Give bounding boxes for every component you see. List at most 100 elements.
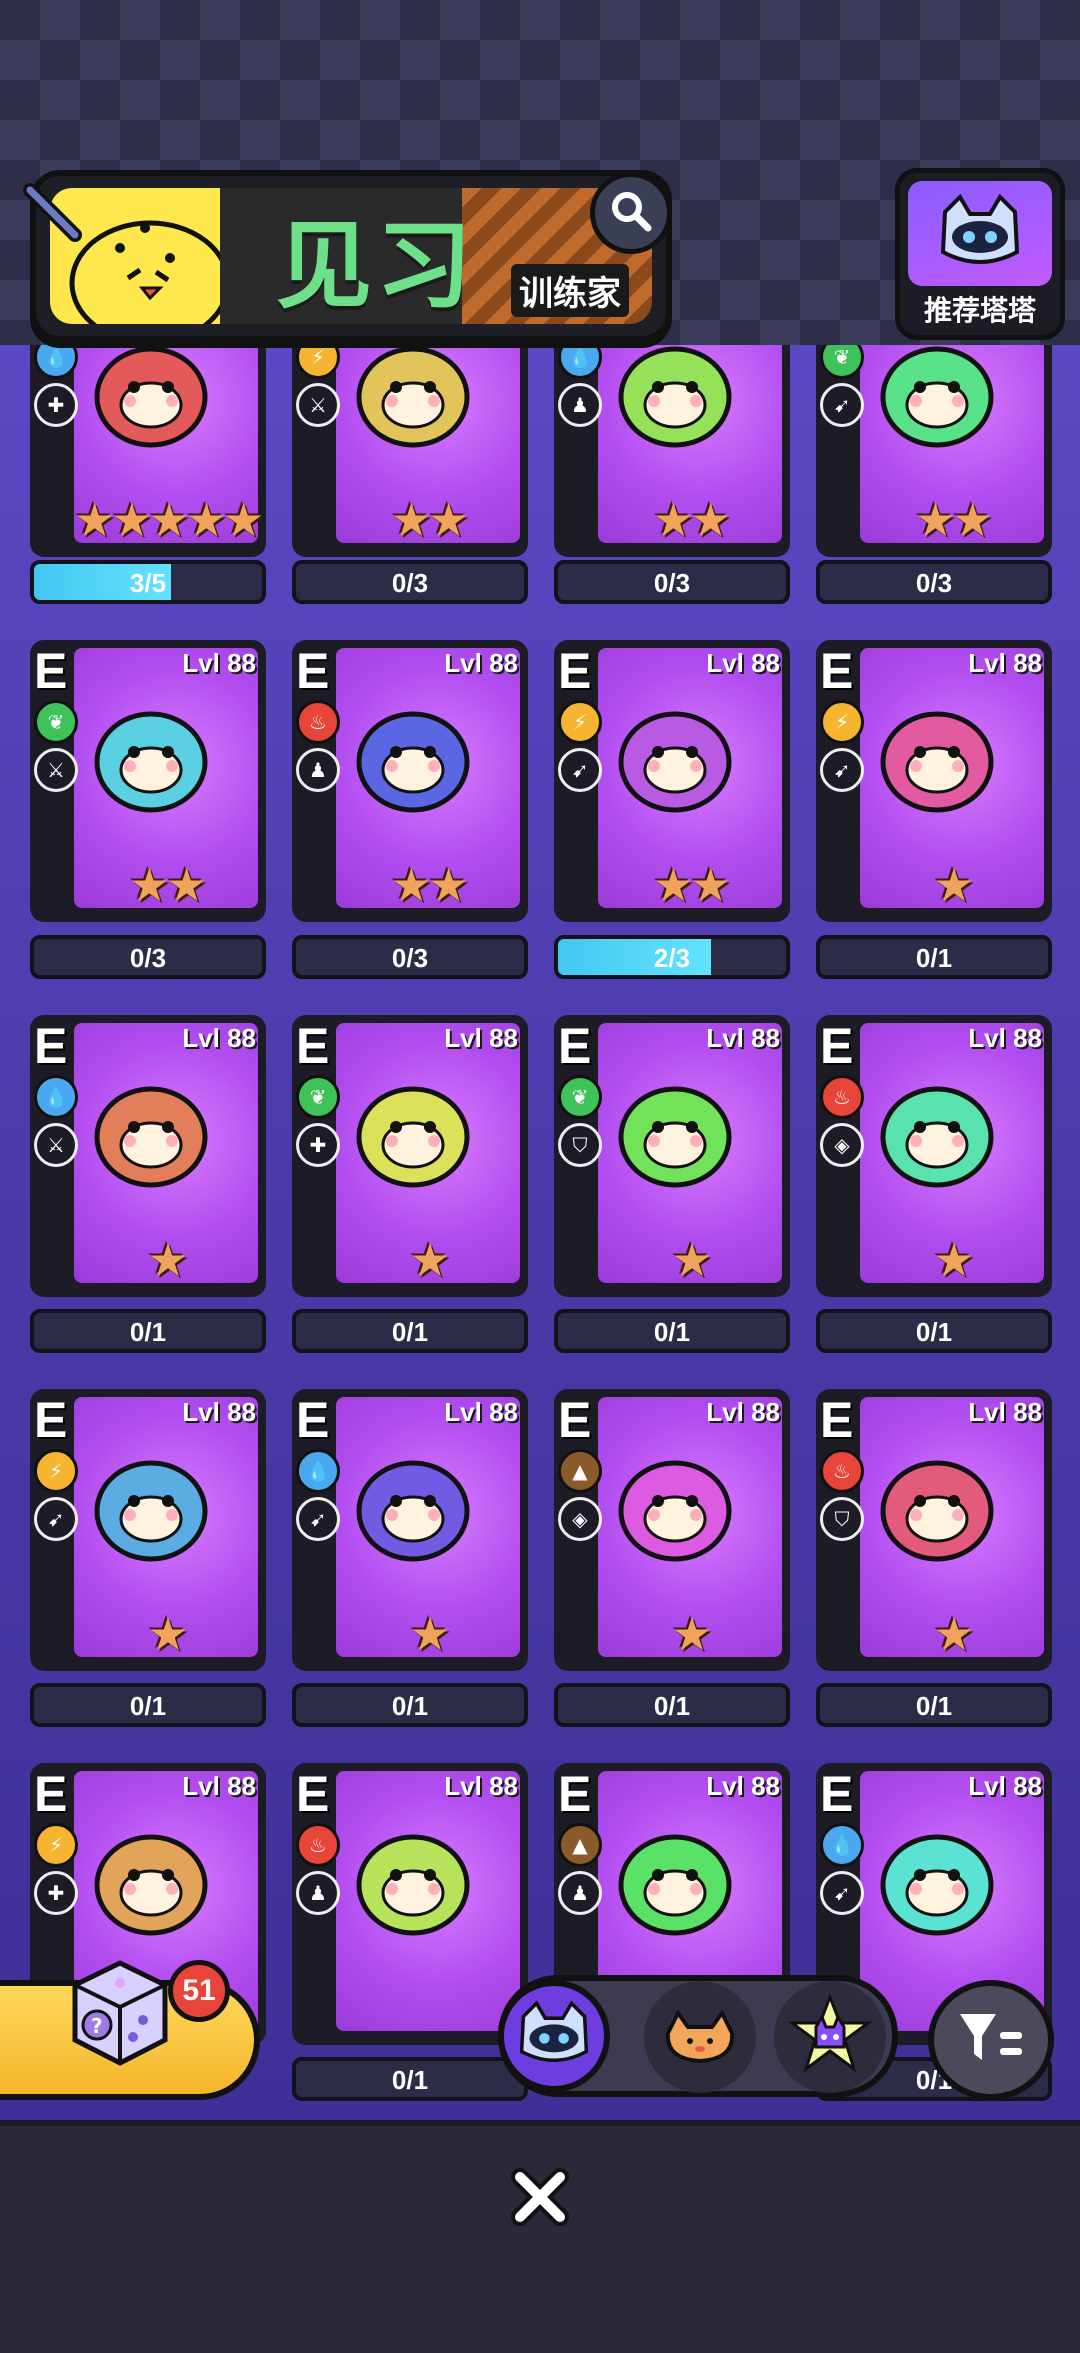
creature-card[interactable]: E Lvl 88 ❦ ✚ ★ — [292, 1015, 528, 1297]
rank-letter: E — [558, 643, 592, 699]
coin-beetle-creature-icon — [86, 1813, 216, 1943]
rank-letter: E — [296, 1018, 330, 1074]
water-element-icon: 💧 — [34, 345, 78, 379]
progress-text: 0/3 — [129, 943, 167, 973]
grass-element-icon: ❦ — [34, 700, 78, 744]
star-rating: ★ — [409, 1233, 450, 1287]
penguin-creature-icon — [872, 1439, 1002, 1569]
star-rating: ★ — [147, 1607, 188, 1661]
star-rating: ★★ — [652, 493, 731, 547]
progress-text: 0/1 — [653, 1317, 691, 1347]
rank-letter: E — [34, 643, 68, 699]
creature-card[interactable]: E Lvl 88 ▲ ◈ ★ — [554, 1389, 790, 1671]
rank-title: 见习 — [276, 213, 476, 320]
shard-progress-bar: 0/3 — [816, 560, 1052, 604]
creature-card[interactable]: E Lvl 88 ♨ ◈ ★ — [816, 1015, 1052, 1297]
rank-letter: E — [820, 643, 854, 699]
sunflower-creature-icon — [348, 1065, 478, 1195]
rank-letter: E — [820, 1392, 854, 1448]
filter-button[interactable] — [928, 1980, 1054, 2100]
level-label: Lvl 88 — [706, 1771, 780, 1801]
cloud-sheep-creature-icon — [86, 1439, 216, 1569]
creature-card[interactable]: E Lvl 88 💧 ➹ ★ — [292, 1389, 528, 1671]
rank-letter: E — [558, 1766, 592, 1822]
creature-card[interactable]: E Lvl 88 ⚡ ➹ ★ — [816, 640, 1052, 922]
water-element-icon: 💧 — [820, 1823, 864, 1867]
shard-progress-bar: 0/1 — [292, 1309, 528, 1353]
recommend-label: 推荐塔塔 — [923, 294, 1036, 327]
rank-letter: E — [296, 1392, 330, 1448]
tab-bread-cat[interactable] — [644, 1981, 756, 2093]
rank-letter: E — [34, 1018, 68, 1074]
level-label: Lvl 88 — [444, 648, 518, 678]
level-label: Lvl 88 — [182, 1397, 256, 1427]
creature-card[interactable]: E Lvl 88 ♨ ⛉ ★ — [816, 1389, 1052, 1671]
cactus-creature-icon — [872, 345, 1002, 455]
progress-text: 3/5 — [129, 568, 167, 598]
tab-star-cat[interactable] — [774, 1981, 886, 2093]
star-rating: ★ — [409, 1607, 450, 1661]
filter-icon — [956, 2008, 1026, 2072]
level-label: Lvl 88 — [182, 648, 256, 678]
shard-progress-bar: 0/1 — [816, 1309, 1052, 1353]
close-icon — [508, 2165, 572, 2233]
creature-card[interactable]: E Lvl 88 ♨ ♟ ★★ — [292, 640, 528, 922]
creature-card[interactable]: ⚡ ⚔ ★★ — [292, 345, 528, 557]
progress-text: 0/1 — [129, 1691, 167, 1721]
tab-robot-cat[interactable] — [498, 1980, 610, 2092]
star-rating: ★ — [147, 1233, 188, 1287]
rank-letter: E — [558, 1392, 592, 1448]
creature-card[interactable]: 💧 ♟ ★★ — [554, 345, 790, 557]
attack-role-icon: ⚔ — [296, 383, 340, 427]
creature-card[interactable]: E Lvl 88 ♨ ♟ — [292, 1763, 528, 2045]
progress-text: 0/1 — [391, 1317, 429, 1347]
creature-card[interactable]: E Lvl 88 ⚡ ➹ ★ — [30, 1389, 266, 1671]
octopus-creature-icon — [348, 1439, 478, 1569]
star-rating: ★★ — [652, 858, 731, 912]
level-label: Lvl 88 — [968, 1397, 1042, 1427]
progress-text: 0/1 — [391, 1691, 429, 1721]
level-label: Lvl 88 — [444, 1771, 518, 1801]
creature-card[interactable]: ❦ ➹ ★★ — [816, 345, 1052, 557]
star-rating: ★ — [671, 1233, 712, 1287]
rank-letter: E — [296, 1766, 330, 1822]
progress-text: 0/3 — [391, 568, 429, 598]
yellow-dog-creature-icon — [348, 345, 478, 455]
star-rating: ★ — [933, 858, 974, 912]
close-button[interactable] — [505, 2164, 575, 2234]
recommend-button[interactable]: 推荐塔塔 — [895, 168, 1065, 340]
heal-role-icon: ✚ — [34, 383, 78, 427]
progress-text: 0/1 — [129, 1317, 167, 1347]
bread-cat-icon — [660, 2003, 740, 2071]
rank-letter: E — [34, 1392, 68, 1448]
creature-card[interactable]: E Lvl 88 ❦ ⚔ ★★ — [30, 640, 266, 922]
card-grid[interactable]: 💧 ✚ ★★★★★ 3/5 ⚡ ⚔ ★★ 0/3 💧 ♟ ★★ 0/3 ❦ ➹ ★★ 0/3 E Lvl 88 ❦ ⚔… — [0, 345, 1080, 2120]
creature-card[interactable]: E Lvl 88 💧 ⚔ ★ — [30, 1015, 266, 1297]
creature-card[interactable]: E Lvl 88 ❦ ⛉ ★ — [554, 1015, 790, 1297]
attack-role-icon: ⚔ — [34, 1123, 78, 1167]
fire-bird-creature-icon — [348, 690, 478, 820]
electric-element-icon: ⚡ — [34, 1449, 78, 1493]
target-role-icon: ◈ — [820, 1123, 864, 1167]
creature-card[interactable]: 💧 ✚ ★★★★★ — [30, 345, 266, 557]
progress-text: 2/3 — [653, 943, 691, 973]
speed-role-icon: ➹ — [296, 1497, 340, 1541]
star-rating: ★ — [933, 1607, 974, 1661]
grass-element-icon: ❦ — [820, 345, 864, 379]
creature-card[interactable]: E Lvl 88 ⚡ ➹ ★★ — [554, 640, 790, 922]
otter-creature-icon — [610, 1813, 740, 1943]
star-rating: ★★ — [914, 493, 993, 547]
electric-element-icon: ⚡ — [558, 700, 602, 744]
level-label: Lvl 88 — [182, 1771, 256, 1801]
support-role-icon: ♟ — [296, 748, 340, 792]
heal-role-icon: ✚ — [34, 1871, 78, 1915]
mystery-dice-icon[interactable]: ? — [55, 1945, 185, 2075]
speed-role-icon: ➹ — [820, 1871, 864, 1915]
shard-progress-bar: 0/1 — [554, 1683, 790, 1727]
shard-progress-bar: 0/1 — [292, 2057, 528, 2101]
attack-role-icon: ⚔ — [34, 748, 78, 792]
water-element-icon: 💧 — [558, 345, 602, 379]
grass-element-icon: ❦ — [296, 1075, 340, 1119]
search-button[interactable] — [590, 172, 672, 254]
shard-progress-bar: 0/1 — [816, 935, 1052, 979]
